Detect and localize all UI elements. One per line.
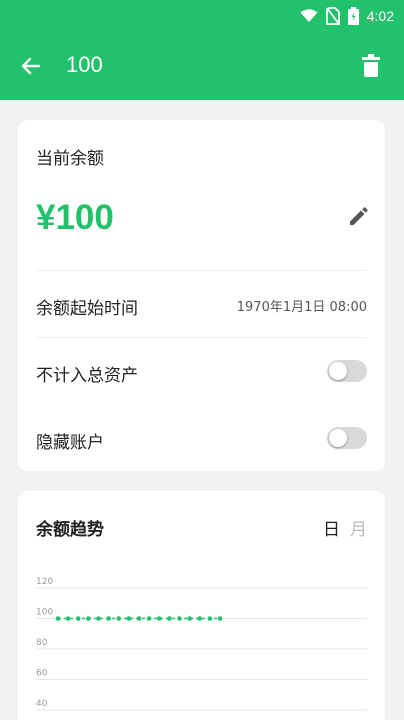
divider: [36, 337, 367, 338]
app-bar: 100: [0, 32, 404, 100]
y-tick-label: 100: [36, 608, 53, 618]
wifi-icon: [300, 9, 318, 22]
data-point: [55, 616, 61, 621]
balance-title: 当前余额: [36, 149, 104, 169]
balance-amount: ¥100: [36, 198, 114, 237]
data-point: [75, 616, 81, 621]
data-point: [156, 616, 162, 621]
y-tick-label: 40: [36, 699, 48, 709]
data-point: [217, 616, 223, 621]
trend-card: 余额趋势 日 月 120 100 80 60 40: [18, 491, 385, 720]
toggle-knob: [329, 362, 347, 380]
y-tick-label: 60: [36, 669, 48, 679]
status-bar: 4:02: [0, 0, 404, 32]
pencil-icon: [350, 207, 368, 225]
edit-balance-button[interactable]: [347, 206, 369, 228]
no-sim-icon: [325, 7, 340, 25]
page-title: 100: [66, 52, 103, 77]
balance-trend-chart: 120 100 80 60 40: [36, 577, 367, 711]
status-time: 4:02: [366, 8, 394, 24]
data-point: [146, 616, 152, 621]
data-point: [106, 616, 111, 621]
battery-icon: [347, 7, 359, 25]
balance-card: 当前余额 ¥100 余额起始时间 1970年1月1日 08:00 不计入总资产 …: [18, 120, 385, 471]
hide-account-toggle[interactable]: [327, 427, 367, 449]
hide-account-label: 隐藏账户: [36, 433, 104, 453]
toggle-knob: [329, 429, 347, 447]
data-point: [207, 616, 213, 621]
data-point: [197, 616, 203, 621]
status-icons: 4:02: [300, 6, 394, 26]
delete-button[interactable]: [358, 52, 384, 80]
data-point: [177, 616, 182, 621]
start-time-value[interactable]: 1970年1月1日 08:00: [237, 296, 367, 315]
data-point: [126, 616, 132, 621]
data-point: [136, 616, 142, 621]
data-point: [167, 616, 172, 621]
trash-icon: [362, 54, 380, 77]
data-point: [86, 616, 91, 621]
exclude-total-label: 不计入总资产: [36, 366, 138, 386]
arrow-left-icon: [21, 57, 41, 75]
y-tick-label: 120: [36, 577, 53, 587]
back-button[interactable]: [18, 53, 44, 79]
start-time-label: 余额起始时间: [36, 299, 138, 319]
data-point: [96, 616, 101, 621]
exclude-total-toggle[interactable]: [327, 360, 367, 382]
data-point: [187, 616, 192, 621]
data-point: [65, 616, 71, 621]
divider: [36, 270, 367, 271]
data-point: [116, 616, 122, 621]
y-tick-label: 80: [36, 638, 48, 648]
